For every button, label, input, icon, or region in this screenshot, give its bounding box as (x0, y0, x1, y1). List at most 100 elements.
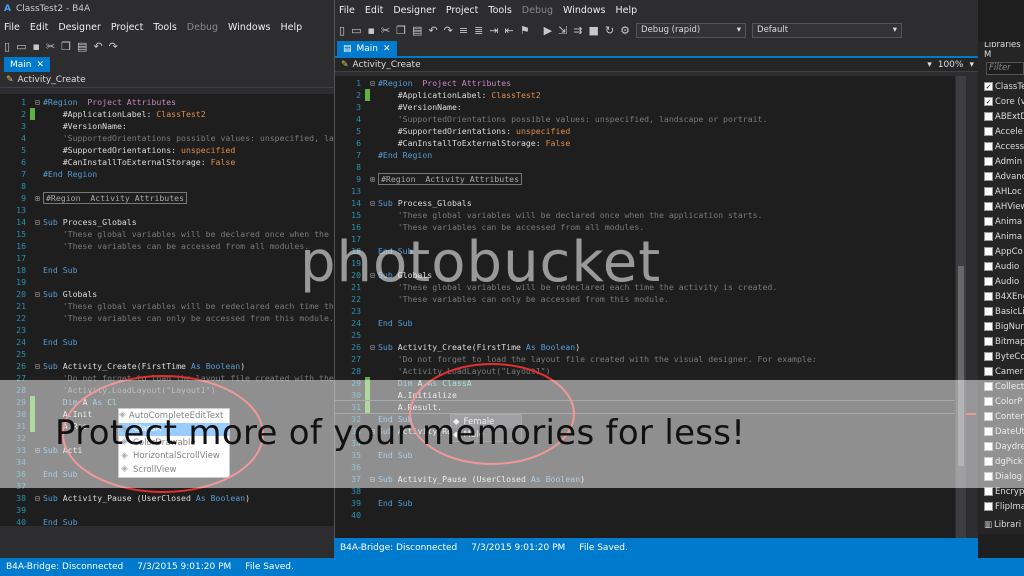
new-file-icon[interactable]: ▯ (339, 24, 345, 37)
restart-icon[interactable]: ↻ (605, 24, 614, 37)
library-item[interactable]: Admin (978, 154, 1024, 169)
back-menu-file[interactable]: File (4, 22, 20, 33)
undo-icon[interactable]: ↶ (93, 40, 102, 53)
checkbox-icon[interactable] (984, 292, 993, 301)
libraries-filter-input[interactable]: Filter (986, 62, 1024, 75)
open-folder-icon[interactable]: ▭ (351, 24, 361, 37)
back-menu-help[interactable]: Help (280, 22, 302, 33)
front-menu-file[interactable]: File (339, 5, 355, 16)
library-item[interactable]: Camer (978, 364, 1024, 379)
front-menu-edit[interactable]: Edit (365, 5, 383, 16)
device-select[interactable]: Default ▾ (752, 22, 903, 38)
checkbox-icon[interactable] (984, 172, 993, 181)
library-item-label: BigNur (995, 321, 1024, 332)
comment-icon[interactable]: ≡ (459, 24, 468, 37)
library-item[interactable]: FlipIma (978, 499, 1024, 514)
checkbox-checked-icon[interactable]: ✓ (984, 97, 993, 106)
front-menu-help[interactable]: Help (615, 5, 637, 16)
checkbox-icon[interactable] (984, 487, 993, 496)
checkbox-icon[interactable] (984, 202, 993, 211)
close-icon[interactable]: ✕ (383, 44, 391, 54)
front-menu-debug[interactable]: Debug (522, 5, 553, 16)
library-item[interactable]: Audio (978, 274, 1024, 289)
save-icon[interactable]: ▪ (367, 24, 374, 37)
paste-icon[interactable]: ▤ (77, 40, 87, 53)
bookmark-icon[interactable]: ⚑ (520, 24, 530, 37)
checkbox-icon[interactable] (984, 127, 993, 136)
checkbox-icon[interactable] (984, 217, 993, 226)
library-item[interactable]: AHView (978, 199, 1024, 214)
libraries-tab[interactable]: ▥ Librari (978, 517, 1021, 532)
checkbox-icon[interactable] (984, 157, 993, 166)
front-menu-tools[interactable]: Tools (488, 5, 511, 16)
library-item[interactable]: BigNur (978, 319, 1024, 334)
paste-icon[interactable]: ▤ (412, 24, 422, 37)
checkbox-checked-icon[interactable]: ✓ (984, 82, 993, 91)
front-menu-designer[interactable]: Designer (393, 5, 436, 16)
front-menu-windows[interactable]: Windows (563, 5, 605, 16)
library-item[interactable]: ✓ Core (v (978, 94, 1024, 109)
back-tab-main[interactable]: Main ✕ (4, 57, 51, 72)
library-item[interactable]: Advanc (978, 169, 1024, 184)
library-item[interactable]: B4XEnc (978, 289, 1024, 304)
checkbox-icon[interactable] (984, 352, 993, 361)
front-tab-main[interactable]: ▤ Main ✕ (337, 41, 397, 56)
library-item[interactable]: Anima (978, 214, 1024, 229)
cut-icon[interactable]: ✂ (381, 24, 390, 37)
checkbox-icon[interactable] (984, 367, 993, 376)
save-icon[interactable]: ▪ (32, 40, 39, 53)
checkbox-icon[interactable] (984, 322, 993, 331)
back-menu-debug[interactable]: Debug (187, 22, 218, 33)
uncomment-icon[interactable]: ≣ (474, 24, 483, 37)
chevron-down-icon[interactable]: ▾ (927, 60, 932, 70)
close-icon[interactable]: ✕ (37, 60, 45, 70)
zoom-level[interactable]: 100% (938, 60, 964, 70)
checkbox-icon[interactable] (984, 277, 993, 286)
settings-icon[interactable]: ⚙ (620, 24, 630, 37)
build-config-select[interactable]: Debug (rapid) ▾ (636, 22, 747, 38)
back-menu-edit[interactable]: Edit (30, 22, 48, 33)
back-menu-designer[interactable]: Designer (58, 22, 101, 33)
redo-icon[interactable]: ↷ (444, 24, 453, 37)
redo-icon[interactable]: ↷ (109, 40, 118, 53)
cut-icon[interactable]: ✂ (46, 40, 55, 53)
stop-icon[interactable]: ■ (589, 24, 599, 37)
checkbox-icon[interactable] (984, 142, 993, 151)
indent-icon[interactable]: ⇥ (489, 24, 498, 37)
library-item[interactable]: ABExtD (978, 109, 1024, 124)
undo-icon[interactable]: ↶ (428, 24, 437, 37)
checkbox-icon[interactable] (984, 187, 993, 196)
step-over-icon[interactable]: ⇉ (573, 24, 582, 37)
checkbox-icon[interactable] (984, 112, 993, 121)
library-item[interactable]: Audio (978, 259, 1024, 274)
checkbox-icon[interactable] (984, 502, 993, 511)
checkbox-icon[interactable] (984, 232, 993, 241)
library-item[interactable]: Anima (978, 229, 1024, 244)
library-item[interactable]: Accele (978, 124, 1024, 139)
step-icon[interactable]: ⇲ (558, 24, 567, 37)
outdent-icon[interactable]: ⇤ (505, 24, 514, 37)
checkbox-icon[interactable] (984, 262, 993, 271)
run-icon[interactable]: ▶ (544, 24, 552, 37)
open-folder-icon[interactable]: ▭ (16, 40, 26, 53)
front-timestamp: 7/3/2015 9:01:20 PM (471, 543, 566, 553)
chevron-down-icon[interactable]: ▾ (969, 60, 974, 70)
library-item[interactable]: BasicLi (978, 304, 1024, 319)
front-menu-project[interactable]: Project (446, 5, 479, 16)
checkbox-icon[interactable] (984, 307, 993, 316)
checkbox-icon[interactable] (984, 337, 993, 346)
back-menu-tools[interactable]: Tools (153, 22, 176, 33)
copy-icon[interactable]: ❐ (61, 40, 71, 53)
back-menu-project[interactable]: Project (111, 22, 144, 33)
library-item[interactable]: Access (978, 139, 1024, 154)
library-item[interactable]: ✓ ClassTe (978, 79, 1024, 94)
checkbox-icon[interactable] (984, 247, 993, 256)
new-file-icon[interactable]: ▯ (4, 40, 10, 53)
copy-icon[interactable]: ❐ (396, 24, 406, 37)
back-menu-windows[interactable]: Windows (228, 22, 270, 33)
library-item[interactable]: Bitmap (978, 334, 1024, 349)
library-item[interactable]: ByteCo (978, 349, 1024, 364)
library-item[interactable]: AppCo (978, 244, 1024, 259)
device-value: Default (757, 25, 789, 35)
library-item[interactable]: AHLoc (978, 184, 1024, 199)
